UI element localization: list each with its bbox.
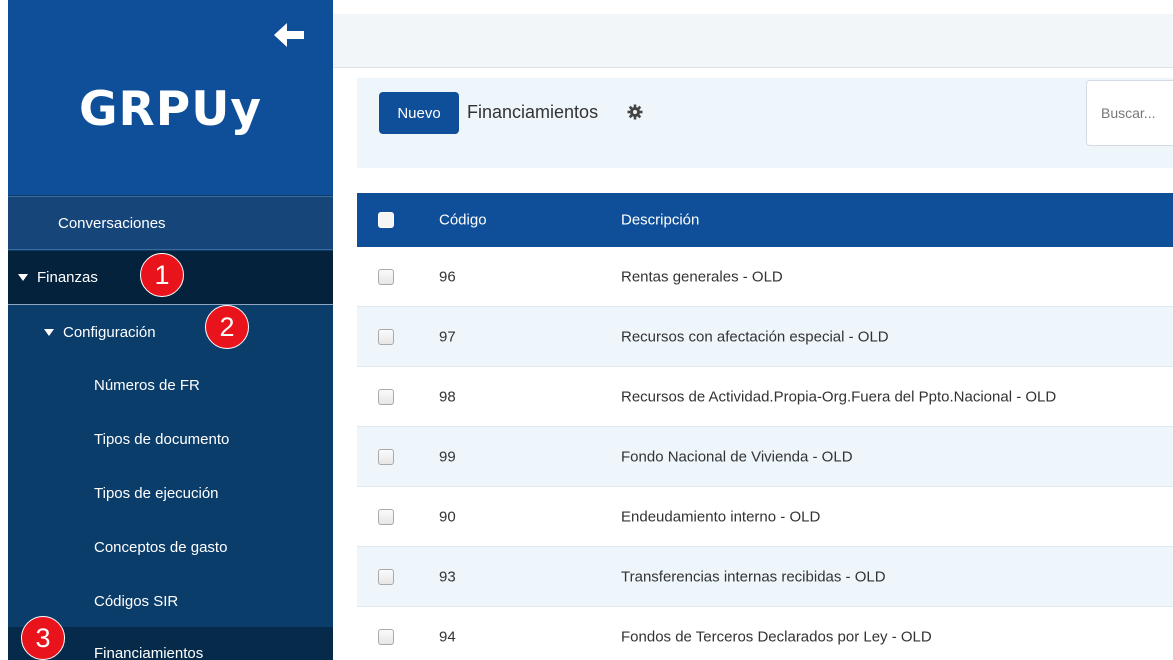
row-code: 90: [439, 508, 456, 525]
sidebar-item-conversaciones[interactable]: Conversaciones: [8, 196, 333, 250]
page-header: Nuevo Financiamientos: [357, 78, 1173, 168]
triangle-down-icon: [44, 328, 54, 336]
row-checkbox[interactable]: [378, 628, 394, 645]
row-checkbox[interactable]: [378, 568, 394, 585]
sidebar-header: GRPUy: [8, 0, 333, 195]
financiamientos-table: Código Descripción 96 Rentas generales -…: [357, 193, 1173, 660]
app-logo: GRPUy: [78, 82, 263, 137]
sidebar-item-label: Financiamientos: [94, 645, 204, 660]
row-description: Fondo Nacional de Vivienda - OLD: [621, 448, 853, 465]
sidebar-item-configuracion[interactable]: Configuración: [8, 306, 333, 358]
row-code: 94: [439, 628, 456, 645]
table-row[interactable]: 96 Rentas generales - OLD: [357, 247, 1173, 307]
row-description: Recursos con afectación especial - OLD: [621, 328, 889, 345]
sidebar-item-label: Conversaciones: [58, 214, 166, 232]
table-row[interactable]: 90 Endeudamiento interno - OLD: [357, 487, 1173, 547]
row-description: Transferencias internas recibidas - OLD: [621, 568, 886, 585]
column-header-description[interactable]: Descripción: [621, 212, 699, 229]
page-title: Financiamientos: [467, 102, 599, 122]
sidebar-item-label: Códigos SIR: [94, 592, 179, 610]
arrow-left-icon[interactable]: [274, 22, 304, 48]
new-button[interactable]: Nuevo: [379, 92, 459, 134]
row-code: 96: [439, 268, 456, 285]
search-input[interactable]: [1086, 80, 1173, 146]
row-code: 99: [439, 448, 456, 465]
row-checkbox[interactable]: [378, 508, 394, 525]
main-content: Nuevo Financiamientos Código Descripción: [333, 0, 1173, 660]
sidebar: GRPUy Conversaciones Finanzas Configurac…: [8, 0, 333, 660]
gear-icon[interactable]: [627, 104, 643, 120]
table-header: Código Descripción: [357, 193, 1173, 247]
sidebar-item-label: Números de FR: [94, 376, 200, 394]
row-checkbox[interactable]: [378, 448, 394, 465]
row-description: Rentas generales - OLD: [621, 268, 783, 285]
row-code: 98: [439, 388, 456, 405]
select-all-checkbox[interactable]: [378, 212, 394, 228]
table-row[interactable]: 97 Recursos con afectación especial - OL…: [357, 307, 1173, 367]
sidebar-item-label: Tipos de ejecución: [94, 484, 219, 502]
row-description: Endeudamiento interno - OLD: [621, 508, 821, 525]
annotation-badge-2: 2: [205, 305, 249, 349]
table-row[interactable]: 93 Transferencias internas recibidas - O…: [357, 547, 1173, 607]
table-row[interactable]: 94 Fondos de Terceros Declarados por Ley…: [357, 607, 1173, 660]
table-row[interactable]: 99 Fondo Nacional de Vivienda - OLD: [357, 427, 1173, 487]
table-row[interactable]: 98 Recursos de Actividad.Propia-Org.Fuer…: [357, 367, 1173, 427]
sidebar-item-tipos-ejecucion[interactable]: Tipos de ejecución: [8, 466, 333, 520]
annotation-badge-1: 1: [140, 253, 184, 297]
sidebar-item-label: Conceptos de gasto: [94, 538, 228, 556]
top-bar: [333, 14, 1173, 68]
row-code: 93: [439, 568, 456, 585]
sidebar-item-conceptos-gasto[interactable]: Conceptos de gasto: [8, 520, 333, 574]
row-description: Fondos de Terceros Declarados por Ley - …: [621, 628, 932, 645]
sidebar-item-label: Tipos de documento: [94, 430, 230, 448]
row-checkbox[interactable]: [378, 268, 394, 285]
annotation-badge-3: 3: [21, 616, 65, 660]
row-description: Recursos de Actividad.Propia-Org.Fuera d…: [621, 388, 1057, 405]
row-checkbox[interactable]: [378, 328, 394, 345]
row-code: 97: [439, 328, 456, 345]
sidebar-item-label: Configuración: [63, 323, 156, 341]
sidebar-item-tipos-documento[interactable]: Tipos de documento: [8, 412, 333, 466]
row-checkbox[interactable]: [378, 388, 394, 405]
column-header-code[interactable]: Código: [439, 212, 487, 229]
sidebar-item-label: Finanzas: [37, 269, 98, 286]
triangle-down-icon: [18, 274, 28, 281]
sidebar-item-numeros-fr[interactable]: Números de FR: [8, 358, 333, 412]
